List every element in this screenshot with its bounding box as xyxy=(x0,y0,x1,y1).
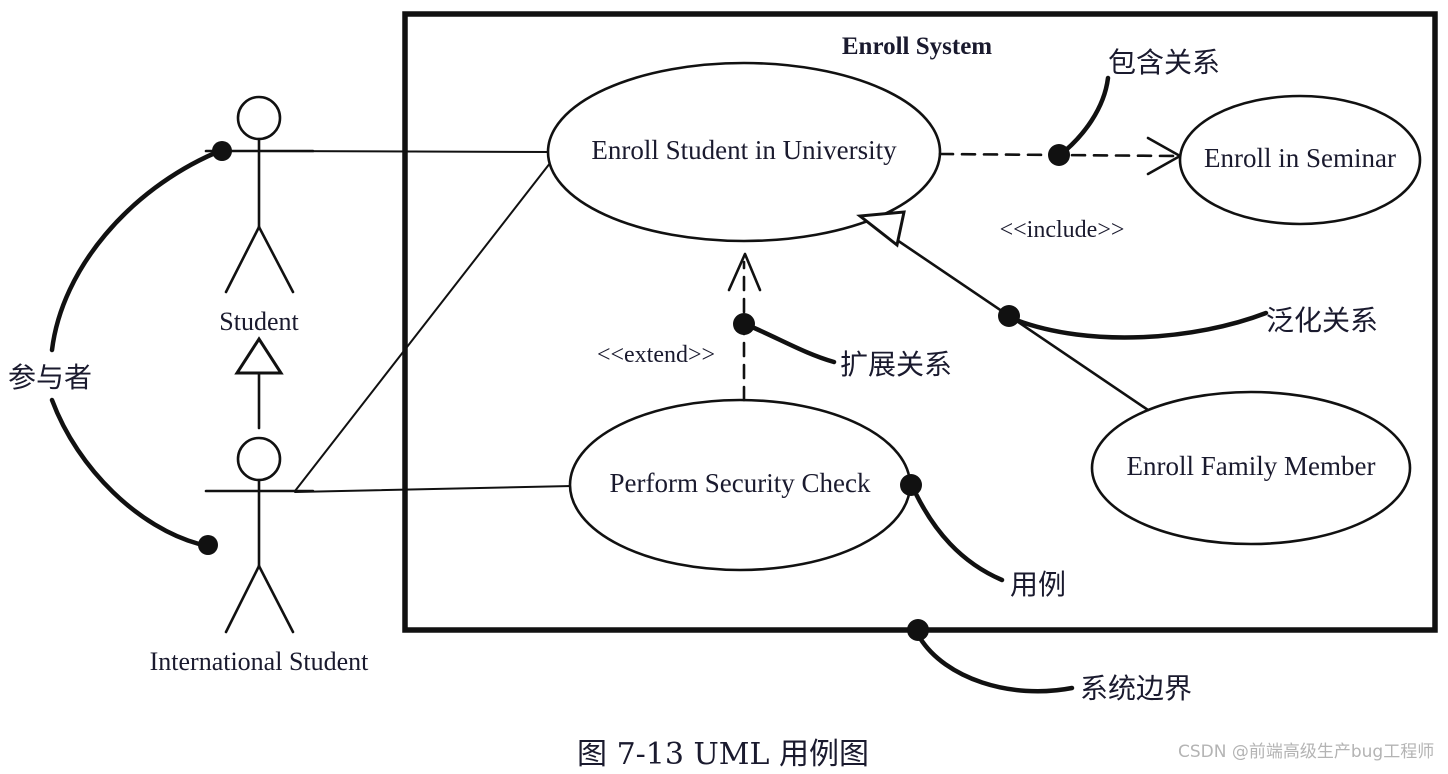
association-intl-student-to-security-check xyxy=(294,485,573,493)
system-boundary-annotation-dot xyxy=(907,619,929,641)
international-student-head-icon xyxy=(236,436,282,482)
usecase-annotation-leader xyxy=(913,491,1005,583)
international-student-left-leg xyxy=(224,564,261,634)
student-head-icon xyxy=(236,95,282,141)
usecase-annotation-label: 用例 xyxy=(1010,568,1066,601)
extend-stereotype-label: <<extend>> xyxy=(597,342,715,368)
figure-caption: 图 7-13 UML 用例图 xyxy=(577,737,869,772)
annotation-generalization: 泛化关系 xyxy=(998,304,1378,340)
actor-annotation-leader-upper xyxy=(49,150,218,353)
include-annotation-dot xyxy=(1048,144,1070,166)
actor-annotation-dot-upper xyxy=(212,141,232,161)
actor-student[interactable]: Student xyxy=(204,95,315,336)
student-right-leg xyxy=(257,225,295,294)
uml-use-case-diagram: Student International Student Enroll Stu… xyxy=(0,0,1448,774)
actor-student-label: Student xyxy=(219,307,299,336)
actor-annotation-label: 参与者 xyxy=(8,361,92,394)
system-boundary-annotation-leader xyxy=(917,635,1075,694)
extend-annotation-dot xyxy=(733,313,755,335)
usecase-security-check-label: Perform Security Check xyxy=(610,468,871,498)
association-student-to-enroll-university xyxy=(258,150,552,153)
include-stereotype-label: <<include>> xyxy=(1000,217,1125,243)
generalization-usecase-arrowhead-icon xyxy=(856,210,906,248)
association-intl-student-to-enroll-university xyxy=(294,157,555,492)
include-annotation-leader xyxy=(1063,75,1111,153)
usecase-perform-security-check[interactable]: Perform Security Check xyxy=(568,398,912,572)
international-student-right-leg xyxy=(257,564,295,634)
annotation-actor: 参与者 xyxy=(8,141,232,555)
usecase-enroll-in-seminar[interactable]: Enroll in Seminar xyxy=(1178,94,1422,226)
generalization-actor-arrowhead-icon xyxy=(234,336,284,375)
actor-international-student-label: International Student xyxy=(150,647,370,676)
generalization-annotation-label: 泛化关系 xyxy=(1266,304,1378,337)
student-left-leg xyxy=(224,225,261,294)
system-boundary-annotation-label: 系统边界 xyxy=(1080,672,1192,705)
generalization-international-to-student xyxy=(234,336,284,430)
generalization-annotation-leader xyxy=(1013,310,1269,340)
diagram-canvas: Student International Student Enroll Stu… xyxy=(8,11,1438,772)
extend-annotation-label: 扩展关系 xyxy=(840,348,952,381)
csdn-watermark: CSDN @前端高级生产bug工程师 xyxy=(1178,742,1434,762)
usecase-enroll-student-label: Enroll Student in University xyxy=(591,135,897,165)
usecase-enroll-family-member[interactable]: Enroll Family Member xyxy=(1090,390,1412,546)
actor-international-student[interactable]: International Student xyxy=(150,436,370,676)
annotation-usecase: 用例 xyxy=(900,474,1066,601)
annotation-extend: 扩展关系 xyxy=(733,313,952,381)
usecase-enroll-family-label: Enroll Family Member xyxy=(1127,451,1376,481)
generalization-annotation-dot xyxy=(998,305,1020,327)
actor-annotation-dot-lower xyxy=(198,535,218,555)
usecase-enroll-seminar-label: Enroll in Seminar xyxy=(1204,143,1396,173)
actor-annotation-leader-lower xyxy=(49,397,202,547)
system-boundary-title: Enroll System xyxy=(842,33,992,60)
usecase-annotation-dot xyxy=(900,474,922,496)
extend-annotation-leader xyxy=(749,324,837,365)
include-annotation-label: 包含关系 xyxy=(1108,46,1220,79)
